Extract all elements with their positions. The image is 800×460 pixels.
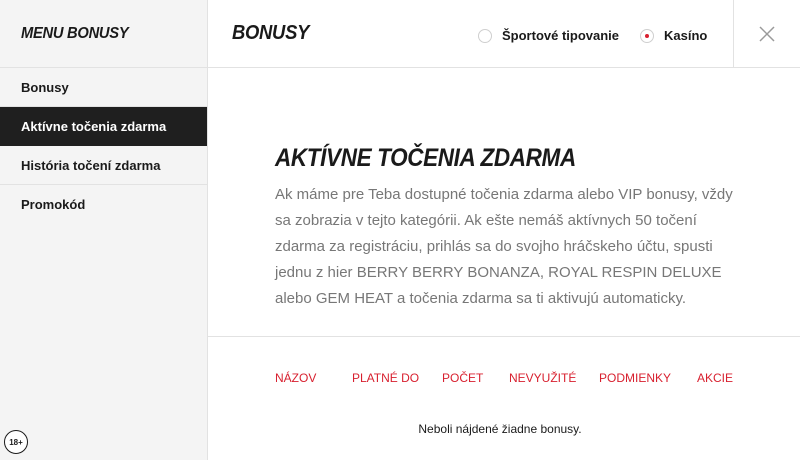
sidebar-item-bonusy[interactable]: Bonusy xyxy=(0,68,207,107)
radio-circle-selected[interactable] xyxy=(640,28,654,43)
radio-sports-betting[interactable]: Športové tipovanie xyxy=(478,28,619,43)
section-description: Ak máme pre Teba dostupné točenia zdarma… xyxy=(275,186,733,307)
page-title: BONUSY xyxy=(232,22,310,44)
radio-circle[interactable] xyxy=(478,28,492,43)
sidebar-item-free-spins-history[interactable]: História točení zdarma xyxy=(0,146,207,185)
empty-state-message: Neboli nájdené žiadne bonusy. xyxy=(418,422,582,436)
close-icon xyxy=(759,25,775,42)
column-header-conditions[interactable]: PODMIENKY xyxy=(599,371,671,385)
column-header-actions[interactable]: AKCIE xyxy=(697,371,733,385)
sidebar-title: MENU BONUSY xyxy=(21,24,129,42)
sidebar-item-active-free-spins[interactable]: Aktívne točenia zdarma xyxy=(0,107,207,146)
column-header-count[interactable]: POČET xyxy=(442,371,483,385)
divider xyxy=(208,336,800,337)
radio-label: Kasíno xyxy=(664,28,708,43)
radio-label: Športové tipovanie xyxy=(502,28,620,43)
main-content: AKTÍVNE TOČENIA ZDARMA Ak máme pre Teba … xyxy=(208,68,800,460)
sidebar: MENU BONUSY Bonusy Aktívne točenia zdarm… xyxy=(0,0,208,460)
radio-casino[interactable]: Kasíno xyxy=(640,28,707,43)
empty-state: Neboli nájdené žiadne bonusy. xyxy=(208,422,800,436)
sidebar-menu: Bonusy Aktívne točenia zdarma História t… xyxy=(0,68,207,224)
column-header-unused[interactable]: NEVYUŽITÉ xyxy=(509,371,576,385)
sidebar-item-promo-code[interactable]: Promokód xyxy=(0,185,207,224)
section-title: AKTÍVNE TOČENIA ZDARMA xyxy=(275,144,576,172)
close-button[interactable] xyxy=(733,0,800,67)
sidebar-header: MENU BONUSY xyxy=(0,0,207,68)
radio-selected-dot xyxy=(645,33,649,38)
column-header-name[interactable]: NÁZOV xyxy=(275,371,316,385)
header: BONUSY Športové tipovanie Kasíno xyxy=(208,0,800,68)
age-restriction-badge: 18+ xyxy=(4,430,28,454)
column-header-valid-until[interactable]: PLATNÉ DO xyxy=(352,371,419,385)
